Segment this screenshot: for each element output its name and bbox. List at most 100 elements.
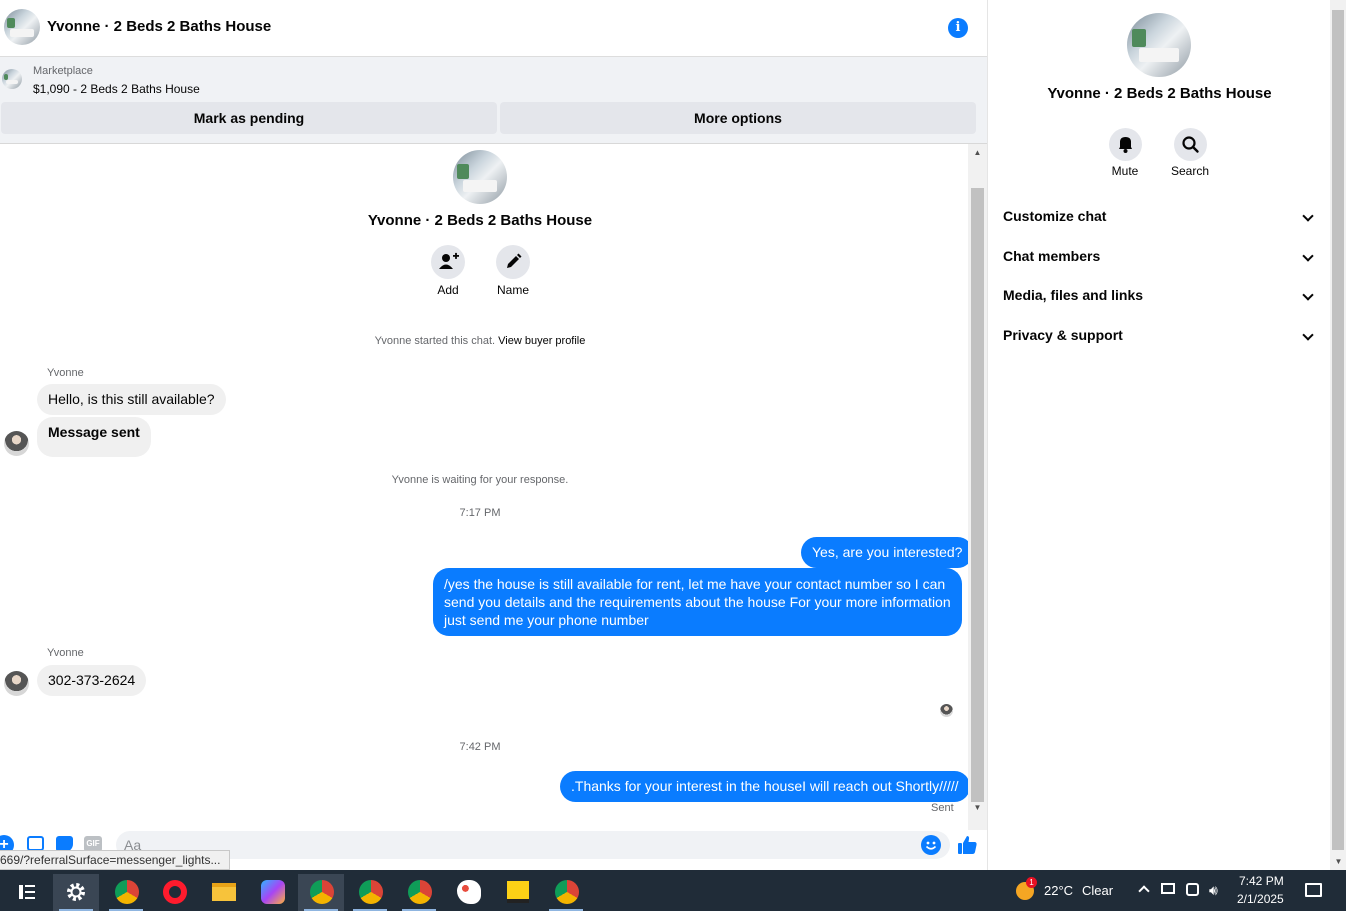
row-label: Customize chat bbox=[1003, 208, 1107, 224]
chrome-profile-app[interactable] bbox=[396, 874, 442, 911]
chrome-app-active[interactable] bbox=[298, 874, 344, 911]
mute-label: Mute bbox=[1111, 164, 1139, 178]
taskbar: 1 22°C Clear 🔊︎ 7:42 PM 2/1/2025 bbox=[0, 870, 1346, 911]
search-icon bbox=[1182, 136, 1199, 153]
edit-name-button[interactable] bbox=[496, 245, 530, 279]
chevron-up-icon[interactable] bbox=[1138, 885, 1150, 897]
chrome-icon bbox=[310, 880, 334, 904]
chevron-down-icon bbox=[1302, 289, 1314, 301]
name-label: Name bbox=[496, 283, 529, 297]
message-input[interactable]: Aa bbox=[116, 831, 950, 859]
photo-icon[interactable] bbox=[27, 836, 44, 851]
paint-app[interactable] bbox=[445, 874, 491, 911]
status-bar-url: 669/?referralSurface=messenger_lights... bbox=[0, 850, 231, 870]
sender-avatar[interactable] bbox=[4, 671, 29, 696]
bell-icon bbox=[1119, 137, 1132, 153]
customize-chat-row[interactable]: Customize chat bbox=[1003, 208, 1318, 224]
sticky-note-icon bbox=[507, 881, 529, 903]
view-buyer-profile-link[interactable]: View buyer profile bbox=[498, 335, 585, 347]
weather-widget[interactable]: 1 22°C Clear bbox=[1012, 877, 1122, 905]
folder-icon bbox=[212, 883, 236, 901]
gear-icon bbox=[67, 883, 85, 901]
row-label: Chat members bbox=[1003, 248, 1101, 264]
thumbs-up-icon[interactable] bbox=[956, 834, 978, 861]
listing-title[interactable]: $1,090 - 2 Beds 2 Baths House bbox=[33, 82, 200, 96]
sender-name: Yvonne bbox=[47, 367, 84, 379]
palette-icon bbox=[457, 880, 481, 904]
incoming-message[interactable]: 302-373-2624 bbox=[37, 665, 147, 696]
chrome-profile-app[interactable] bbox=[543, 874, 589, 911]
scroll-up-arrow[interactable]: ▲ bbox=[968, 148, 987, 157]
marketplace-bar: Marketplace $1,090 - 2 Beds 2 Baths Hous… bbox=[0, 57, 987, 144]
opera-icon bbox=[163, 880, 187, 904]
chrome-app[interactable] bbox=[103, 874, 149, 911]
conversation-title: Yvonne · 2 Beds 2 Baths House bbox=[367, 212, 593, 229]
sender-avatar[interactable] bbox=[4, 431, 29, 456]
sender-name: Yvonne bbox=[47, 647, 84, 659]
sent-status: Sent bbox=[931, 802, 954, 814]
panel-avatar[interactable] bbox=[1127, 13, 1191, 77]
weather-badge: 1 bbox=[1026, 877, 1037, 888]
settings-app[interactable] bbox=[53, 874, 99, 911]
clock-time[interactable]: 7:42 PM bbox=[1239, 874, 1284, 888]
copilot-icon bbox=[261, 880, 285, 904]
waiting-notice: Yvonne is waiting for your response. bbox=[391, 474, 569, 486]
chat-title[interactable]: Yvonne · 2 Beds 2 Baths House bbox=[47, 18, 271, 35]
search-label: Search bbox=[1170, 164, 1210, 178]
info-icon[interactable]: i bbox=[948, 18, 968, 38]
outgoing-message[interactable]: /yes the house is still available for re… bbox=[433, 568, 962, 636]
row-label: Privacy & support bbox=[1003, 327, 1123, 343]
chat-members-row[interactable]: Chat members bbox=[1003, 248, 1318, 264]
mark-as-pending-button[interactable]: Mark as pending bbox=[1, 102, 497, 134]
conversation-details-panel: Yvonne · 2 Beds 2 Baths House Mute Searc… bbox=[987, 0, 1330, 870]
more-options-button[interactable]: More options bbox=[500, 102, 976, 134]
conversation-profile-avatar bbox=[453, 150, 507, 204]
media-files-links-row[interactable]: Media, files and links bbox=[1003, 287, 1318, 303]
outgoing-message[interactable]: .Thanks for your interest in the houseI … bbox=[560, 771, 968, 802]
emoji-icon[interactable] bbox=[921, 835, 941, 855]
add-member-button[interactable] bbox=[431, 245, 465, 279]
outgoing-message-line: /yes the house is still available for re… bbox=[444, 576, 946, 592]
outgoing-message-line: send you details and the requirements ab… bbox=[444, 594, 951, 610]
chat-scrollbar-thumb[interactable] bbox=[971, 188, 984, 802]
add-label: Add bbox=[437, 283, 459, 297]
chrome-icon bbox=[359, 880, 383, 904]
copilot-app[interactable] bbox=[249, 874, 295, 911]
chrome-profile-app[interactable] bbox=[347, 874, 393, 911]
file-explorer-app[interactable] bbox=[200, 874, 246, 911]
chrome-icon bbox=[115, 880, 139, 904]
notifications-icon[interactable] bbox=[1305, 883, 1322, 897]
chat-started-notice: Yvonne started this chat. View buyer pro… bbox=[0, 335, 960, 347]
page-scrollbar-thumb[interactable] bbox=[1332, 10, 1344, 850]
row-label: Media, files and links bbox=[1003, 287, 1144, 303]
volume-icon[interactable]: 🔊︎ bbox=[1209, 882, 1218, 899]
chat-header: Yvonne · 2 Beds 2 Baths House i bbox=[0, 0, 987, 57]
outgoing-message-line: just send me your phone number bbox=[444, 612, 649, 628]
incoming-message[interactable]: Hello, is this still available? bbox=[37, 384, 226, 415]
clock-date[interactable]: 2/1/2025 bbox=[1237, 892, 1284, 906]
chat-started-text: Yvonne started this chat. bbox=[374, 335, 496, 347]
chevron-down-icon bbox=[1302, 250, 1314, 262]
conversation-avatar[interactable] bbox=[4, 9, 40, 45]
task-view-button[interactable] bbox=[4, 874, 50, 911]
search-button[interactable] bbox=[1174, 128, 1207, 161]
page-scroll-down-arrow[interactable]: ▼ bbox=[1329, 857, 1346, 866]
mute-button[interactable] bbox=[1109, 128, 1142, 161]
outgoing-message[interactable]: Yes, are you interested? bbox=[801, 537, 968, 568]
listing-thumbnail[interactable] bbox=[2, 69, 22, 89]
meet-now-icon[interactable] bbox=[1186, 883, 1199, 896]
opera-app[interactable] bbox=[151, 874, 197, 911]
chrome-icon bbox=[408, 880, 432, 904]
incoming-message[interactable]: Message sent bbox=[37, 417, 151, 457]
sticky-notes-app[interactable] bbox=[494, 874, 540, 911]
scroll-down-arrow[interactable]: ▼ bbox=[968, 803, 987, 812]
timestamp: 7:17 PM bbox=[459, 507, 501, 519]
privacy-support-row[interactable]: Privacy & support bbox=[1003, 327, 1318, 343]
chevron-down-icon bbox=[1302, 210, 1314, 222]
chevron-down-icon bbox=[1302, 329, 1314, 341]
seen-receipt-avatar bbox=[940, 704, 953, 717]
weather-temp: 22°C bbox=[1044, 883, 1074, 898]
weather-desc: Clear bbox=[1082, 883, 1114, 898]
add-person-icon bbox=[439, 252, 459, 269]
network-icon[interactable] bbox=[1161, 883, 1175, 894]
